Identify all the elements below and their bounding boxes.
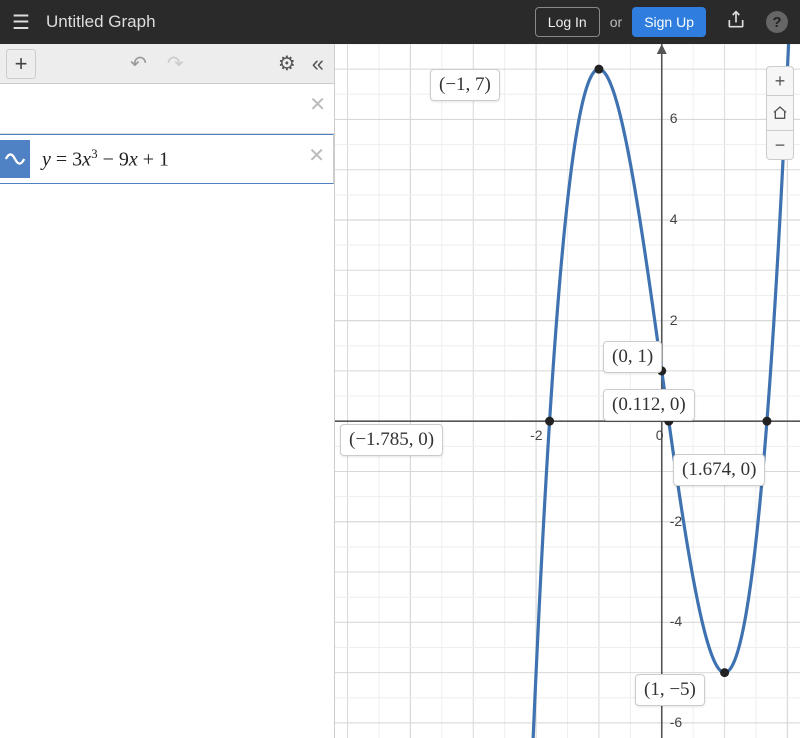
close-icon[interactable]: ✕ [308, 143, 325, 168]
signup-button[interactable]: Sign Up [632, 7, 706, 37]
expression-list: ✕ y = 3x3 − 9x + 1 ✕ [0, 84, 334, 184]
zoom-home-button[interactable] [766, 96, 794, 130]
x-tick-label: 0 [656, 427, 664, 443]
expression-row[interactable]: y = 3x3 − 9x + 1 ✕ [0, 134, 334, 184]
sidebar-toolbar: + ↶ ↷ ⚙ « [0, 44, 334, 84]
zoom-controls: + − [766, 66, 794, 160]
data-point[interactable] [545, 417, 554, 426]
help-icon[interactable]: ? [766, 11, 788, 34]
or-text: or [610, 14, 622, 30]
sidebar: + ↶ ↷ ⚙ « ✕ y = 3x3 − 9x + 1 ✕ [0, 44, 335, 738]
expression-row[interactable]: ✕ [0, 84, 334, 134]
zoom-out-button[interactable]: − [766, 130, 794, 160]
y-tick-label: -2 [670, 513, 682, 529]
login-button[interactable]: Log In [535, 7, 600, 37]
point-label: (−1.785, 0) [340, 424, 443, 456]
y-tick-label: 6 [670, 110, 678, 126]
close-icon[interactable]: ✕ [309, 92, 326, 117]
point-label: (1.674, 0) [673, 454, 765, 486]
add-expression-button[interactable]: + [6, 49, 36, 79]
y-tick-label: 4 [670, 211, 678, 227]
undo-icon[interactable]: ↶ [130, 51, 147, 76]
function-icon [0, 140, 30, 178]
redo-icon[interactable]: ↷ [167, 51, 184, 76]
graph-area[interactable]: -4-20-6-4-2246 (−1.785, 0)(−1, 7)(0, 1)(… [335, 44, 800, 738]
point-label: (0, 1) [603, 341, 662, 373]
gear-icon[interactable]: ⚙ [278, 51, 296, 76]
zoom-in-button[interactable]: + [766, 66, 794, 96]
y-tick-label: -4 [670, 613, 682, 629]
point-label: (−1, 7) [430, 69, 500, 101]
collapse-icon[interactable]: « [312, 51, 324, 77]
data-point[interactable] [594, 65, 603, 74]
x-tick-label: -2 [530, 427, 542, 443]
data-point[interactable] [720, 668, 729, 677]
y-tick-label: -6 [670, 714, 682, 730]
header: ☰ Untitled Graph Log In or Sign Up ? [0, 0, 800, 44]
main: + ↶ ↷ ⚙ « ✕ y = 3x3 − 9x + 1 ✕ [0, 44, 800, 738]
graph-canvas[interactable] [335, 44, 800, 738]
data-point[interactable] [762, 417, 771, 426]
y-tick-label: 2 [670, 312, 678, 328]
page-title: Untitled Graph [46, 12, 525, 32]
share-icon[interactable] [726, 10, 746, 35]
expression-text[interactable]: y = 3x3 − 9x + 1 [42, 146, 169, 172]
point-label: (0.112, 0) [603, 389, 695, 421]
point-label: (1, −5) [635, 674, 705, 706]
menu-icon[interactable]: ☰ [12, 10, 30, 35]
